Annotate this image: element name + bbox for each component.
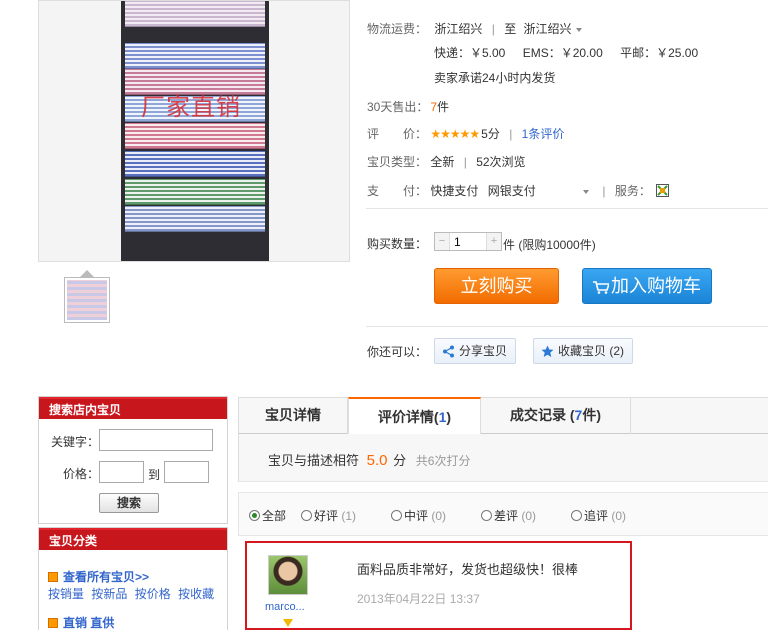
sold-label: 30天售出：: [367, 100, 429, 114]
category-direct-link[interactable]: 直销 直供: [48, 614, 114, 630]
category-title: 宝贝分类: [39, 528, 227, 550]
payment-row: 支 付： 快捷支付 网银支付 | 服务：: [367, 182, 670, 199]
qty-input[interactable]: [449, 233, 487, 250]
reviewer-name[interactable]: marco...: [265, 601, 305, 613]
service-label: 服务：: [614, 184, 651, 198]
pay-label: 支 付：: [367, 184, 428, 198]
shop-search-title: 搜索店内宝贝: [39, 397, 227, 419]
radio-icon: [391, 510, 402, 521]
tab-records[interactable]: 成交记录 (7件): [481, 397, 631, 434]
sold-row: 30天售出： 7件: [367, 98, 449, 115]
price-min-input[interactable]: [99, 461, 144, 483]
chevron-down-icon: [583, 189, 590, 194]
rating-summary-line: 宝贝与描述相符 5.0 分 共6次打分: [268, 450, 470, 469]
review-count-link[interactable]: 1条评价: [522, 127, 565, 141]
service-guarantee-icon[interactable]: [656, 184, 670, 197]
type-row: 宝贝类型： 全新 | 52次浏览: [367, 155, 526, 169]
divider: [366, 208, 768, 209]
tab-reviews-count: 1: [438, 409, 447, 425]
product-main-image[interactable]: 厂家直销: [38, 0, 350, 262]
rating-label: 评 价：: [367, 127, 428, 141]
surface-fee: 平邮：￥25.00: [620, 46, 699, 60]
type-label: 宝贝类型：: [367, 155, 428, 169]
ems-fee: EMS：￥20.00: [522, 46, 603, 60]
qty-limit: 件 (限购10000件): [503, 238, 596, 252]
filter-bad[interactable]: 差评 (0): [481, 507, 536, 524]
tab-item-detail[interactable]: 宝贝详情: [239, 397, 348, 434]
express-fee: 快递：￥5.00: [434, 46, 506, 60]
filter-all[interactable]: 全部: [249, 507, 286, 524]
filter-mid[interactable]: 中评 (0): [391, 507, 446, 524]
rating-summary-unit: 分: [393, 453, 407, 468]
ship-from: 浙江绍兴: [434, 22, 483, 36]
qty-decrease-button[interactable]: −: [435, 233, 449, 250]
keyword-input[interactable]: [99, 429, 213, 451]
shop-search-button[interactable]: 搜索: [99, 493, 159, 513]
fabric-stack-image: [121, 1, 269, 261]
cart-icon: [593, 281, 609, 295]
divider: [366, 326, 768, 327]
ship-to-select[interactable]: 浙江绍兴: [524, 22, 582, 36]
sort-by-sales-link[interactable]: 按销量: [48, 587, 84, 601]
category-bullet-icon: [48, 618, 58, 628]
product-thumbnail[interactable]: [64, 277, 110, 323]
sort-links: 按销量 按新品 按价格 按收藏: [48, 585, 214, 602]
sold-unit: 件: [437, 100, 450, 114]
filter-good[interactable]: 好评 (1): [301, 507, 356, 524]
price-to-label: 到: [148, 468, 161, 482]
type-value: 全新: [430, 155, 455, 169]
keyword-label: 关键字：: [51, 435, 100, 449]
view-count: 52次浏览: [476, 155, 526, 169]
ship-promise: 卖家承诺24小时内发货: [434, 71, 556, 85]
chevron-down-icon: [575, 27, 582, 32]
collect-button[interactable]: 收藏宝贝 (2): [533, 338, 634, 364]
share-button[interactable]: 分享宝贝: [434, 338, 517, 364]
collect-label: 收藏宝贝 (2): [558, 344, 625, 358]
category-bullet-icon: [48, 572, 58, 582]
rating-summary-label: 宝贝与描述相符: [268, 453, 360, 468]
qty-increase-button[interactable]: +: [487, 233, 501, 250]
review-date: 2013年04月22日 13:37: [357, 592, 480, 606]
price-label: 价格：: [63, 467, 100, 481]
star-icon: [541, 345, 554, 357]
share-label: 分享宝贝: [459, 344, 508, 358]
quantity-stepper[interactable]: − +: [434, 232, 502, 251]
pay-more-dropdown[interactable]: [579, 184, 590, 198]
add-to-cart-button[interactable]: 加入购物车: [582, 268, 712, 304]
sort-by-new-link[interactable]: 按新品: [91, 587, 127, 601]
radio-icon: [481, 510, 492, 521]
qty-label: 购买数量：: [367, 237, 428, 251]
price-max-input[interactable]: [164, 461, 209, 483]
shipping-row: 物流运费： 浙江绍兴 | 至 浙江绍兴: [367, 20, 582, 37]
filter-follow[interactable]: 追评 (0): [571, 507, 626, 524]
rating-summary-score: 5.0: [366, 452, 388, 469]
rating-row: 评 价： ★★★★★ 5分 | 1条评价: [367, 127, 565, 141]
rating-score: 5分: [481, 127, 500, 141]
sort-by-fav-link[interactable]: 按收藏: [178, 587, 214, 601]
rating-summary-count: 共6次打分: [415, 454, 471, 468]
add-to-cart-label: 加入购物车: [611, 276, 701, 296]
buy-now-button[interactable]: 立刻购买: [434, 268, 559, 304]
avatar[interactable]: [268, 555, 308, 595]
thumbnail-pointer: [80, 270, 94, 277]
star-rating-icon: ★★★★★: [430, 127, 480, 141]
pay-quick: 快捷支付: [430, 184, 479, 198]
view-all-link[interactable]: 查看所有宝贝>>: [48, 568, 149, 585]
watermark-text: 厂家直销: [141, 93, 241, 121]
share-icon: [443, 345, 454, 358]
shipping-label: 物流运费：: [367, 22, 428, 36]
radio-checked-icon: [249, 510, 260, 521]
shipping-fees: 快递：￥5.00 EMS：￥20.00 平邮：￥25.00: [434, 44, 698, 61]
sort-by-price-link[interactable]: 按价格: [135, 587, 171, 601]
ship-to-sep: 至: [504, 22, 517, 36]
review-text: 面料品质非常好，发货也超级快！很棒: [357, 562, 579, 577]
radio-icon: [571, 510, 582, 521]
pay-bank: 网银支付: [487, 184, 536, 198]
also-label: 你还可以：: [367, 345, 428, 359]
radio-icon: [301, 510, 312, 521]
tab-reviews[interactable]: 评价详情(1): [348, 397, 481, 435]
